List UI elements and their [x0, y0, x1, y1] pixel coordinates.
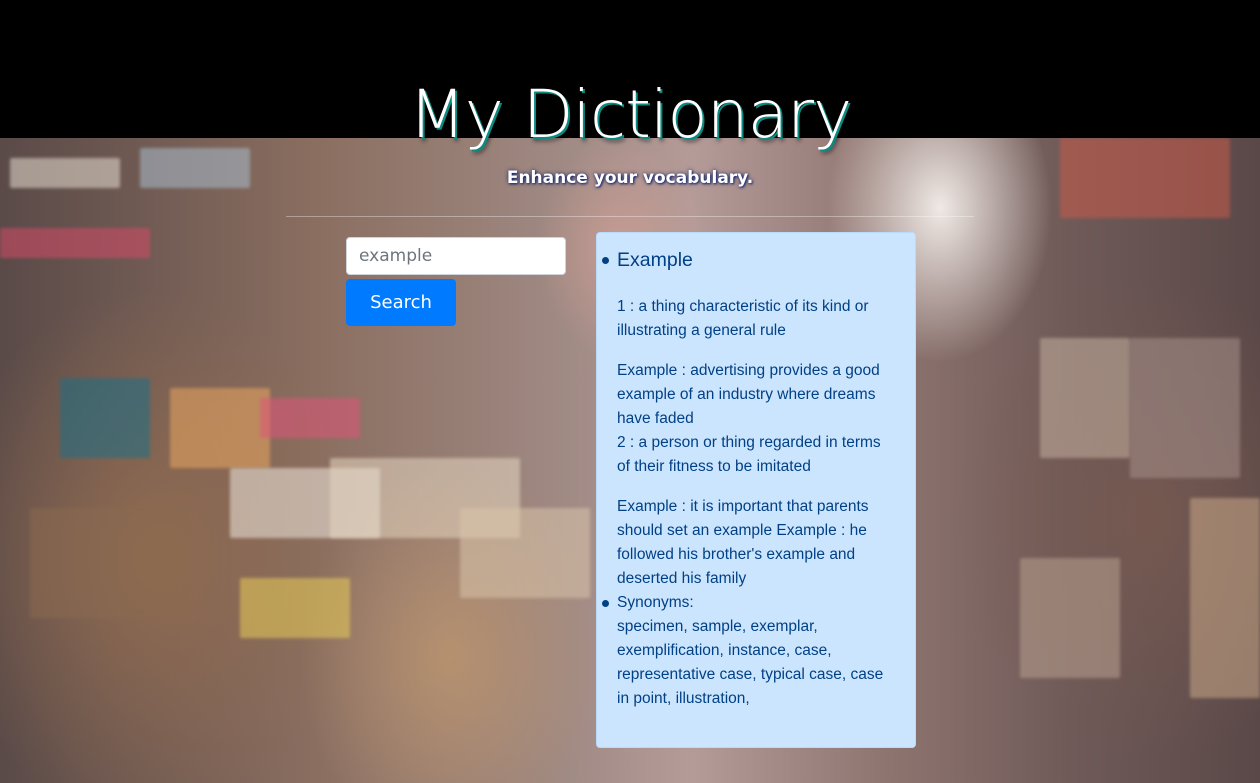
synonyms-text: specimen, sample, exemplar, exemplificat… [617, 618, 884, 707]
definition-2: 2 : a person or thing regarded in terms … [617, 434, 881, 475]
search-input[interactable] [346, 237, 566, 275]
result-panel: Example 1 : a thing characteristic of it… [596, 232, 916, 748]
example-1: Example : advertising provides a good ex… [617, 362, 880, 427]
page-title: My Dictionary [408, 76, 853, 153]
divider [286, 216, 974, 217]
page-subtitle: Enhance your vocabulary. [506, 168, 754, 188]
synonyms-list-item: Synonyms: specimen, sample, exemplar, ex… [602, 591, 895, 711]
word-list-item: Example 1 : a thing characteristic of it… [602, 247, 895, 591]
synonyms-label: Synonyms: [617, 594, 694, 611]
definition-1: 1 : a thing characteristic of its kind o… [617, 298, 869, 339]
example-2: Example : it is important that parents s… [617, 498, 869, 587]
word-heading: Example [617, 249, 693, 271]
search-button[interactable]: Search [346, 279, 456, 326]
result-list: Example 1 : a thing characteristic of it… [602, 247, 895, 711]
